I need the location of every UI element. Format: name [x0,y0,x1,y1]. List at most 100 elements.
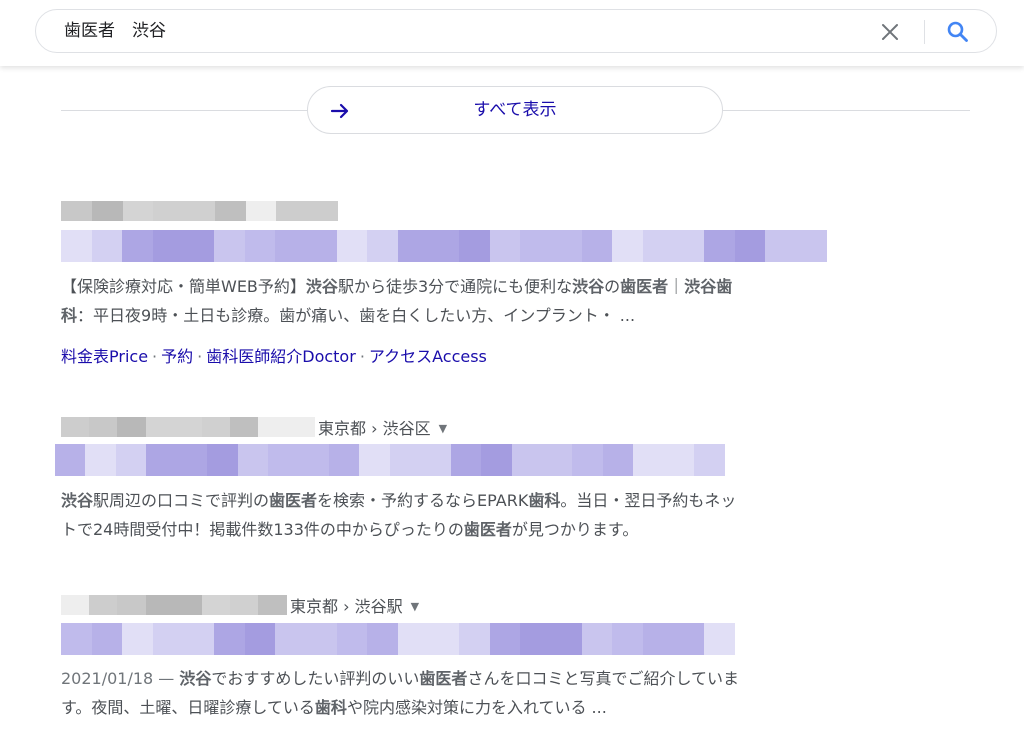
pixel-cell [428,230,460,262]
pixel-cell [91,230,123,262]
pixel-cell [581,230,613,262]
divider-right [723,110,970,111]
pixel-cell [244,230,276,262]
pixel-cell [336,230,368,262]
pixel-cell [481,444,512,476]
pixel-cell [694,444,725,476]
pixel-cell [183,230,215,262]
location-text: 東京都 › 渋谷駅 [290,597,403,616]
sitelink-separator: · [152,347,158,366]
pixel-cell [214,623,245,655]
snippet-text: を検索・予約するならEPARK [317,491,529,510]
search-button[interactable] [945,19,971,45]
sitelinks: 料金表Price · 予約 · 歯科医師紹介Doctor · アクセスAccess [61,343,487,367]
snippet-keyword: 渋谷 [61,491,94,510]
pixel-cell [146,444,177,476]
pixel-cell [115,444,147,476]
pixel-cell [91,623,123,655]
blurred-url [61,417,315,437]
snippet-keyword: 渋谷 [305,277,338,296]
snippet-text: 【保険診療対応・簡単WEB予約】 [61,277,306,296]
pixel-cell [207,444,238,476]
divider-left [61,110,307,111]
snippet-text: 駅から徒歩3分で通院にも便利な [337,277,573,296]
snippet-text: の [604,277,621,296]
pixel-cell [201,595,231,615]
pixel-cell [61,201,92,221]
snippet-keyword: 歯医者 [269,491,318,510]
blurred-title-link[interactable] [55,444,725,476]
pixel-cell [581,623,613,655]
pixel-cell [489,623,521,655]
sitelink-price[interactable]: 料金表Price [61,347,148,366]
pixel-cell [258,417,287,437]
pixel-cell [173,417,202,437]
result-snippet: 2021/01/18 — 渋谷でおすすめしたい評判のいい歯医者さんを口コミと写真… [61,664,739,722]
pixel-cell [145,595,174,615]
pixel-cell [230,595,259,615]
pixel-cell [642,623,674,655]
pixel-cell [520,623,551,655]
triangle-down-icon[interactable]: ▼ [411,600,419,613]
close-icon [882,24,898,40]
pixel-cell [765,230,796,262]
pixel-cell [551,623,582,655]
search-header: 歯医者 渋谷 [0,0,1024,66]
snippet-text: ｜ [668,277,685,296]
pixel-cell [389,444,421,476]
sitelink-doctor[interactable]: 歯科医師紹介Doctor [206,347,356,366]
pixel-cell [183,623,215,655]
result-location[interactable]: 東京都 › 渋谷駅 ▼ [290,593,419,617]
pixel-cell [367,230,398,262]
pixel-cell [459,230,490,262]
pixel-cell [307,201,339,221]
pixel-cell [152,623,184,655]
blurred-title-link[interactable] [61,230,827,262]
pixel-cell [612,230,643,262]
snippet-text: が見つかります。 [511,520,639,539]
clear-button[interactable] [878,20,902,44]
search-box[interactable]: 歯医者 渋谷 [35,9,997,53]
blurred-url [61,595,287,615]
triangle-down-icon[interactable]: ▼ [439,422,447,435]
snippet-keyword: 歯医者 [620,277,669,296]
sitelink-reserve[interactable]: 予約 [161,347,193,366]
show-all-button[interactable]: すべて表示 [307,86,723,134]
blurred-title-link[interactable] [61,623,735,655]
pixel-cell [489,230,521,262]
pixel-cell [336,623,368,655]
pixel-cell [117,595,146,615]
pixel-cell [633,444,664,476]
snippet-keyword: 歯科 [314,698,347,717]
location-text: 東京都 › 渋谷区 [318,419,431,438]
search-input[interactable]: 歯医者 渋谷 [64,10,166,52]
snippet-keyword: 科 [61,306,78,325]
result-snippet: 渋谷駅周辺の口コミで評判の歯医者を検索・予約するならEPARK歯科。当日・翌日予… [61,486,736,544]
pixel-cell [122,201,154,221]
result-date: 2021/01/18 — [61,669,180,688]
pixel-cell [61,230,92,262]
pixel-cell [704,623,735,655]
search-divider [924,20,925,44]
pixel-cell [268,444,299,476]
sitelink-access[interactable]: アクセスAccess [369,347,487,366]
pixel-cell [704,230,735,262]
sitelink-separator: · [359,347,365,366]
pixel-cell [55,444,86,476]
pixel-cell [152,230,184,262]
pixel-cell [428,623,460,655]
snippet-keyword: 歯科 [528,491,561,510]
pixel-cell [542,444,573,476]
pixel-cell [184,201,215,221]
pixel-cell [61,595,90,615]
pixel-cell [420,444,451,476]
pixel-cell [176,444,208,476]
pixel-cell [642,230,674,262]
snippet-keyword: 歯医者 [463,520,512,539]
snippet-text: す。夜間、土曜、日曜診療している [61,698,315,717]
pixel-cell [275,230,306,262]
pixel-cell [306,623,337,655]
snippet-keyword: 渋谷 [572,277,605,296]
result-location[interactable]: 東京都 › 渋谷区 ▼ [318,415,447,439]
snippet-keyword: 渋谷 [179,669,212,688]
